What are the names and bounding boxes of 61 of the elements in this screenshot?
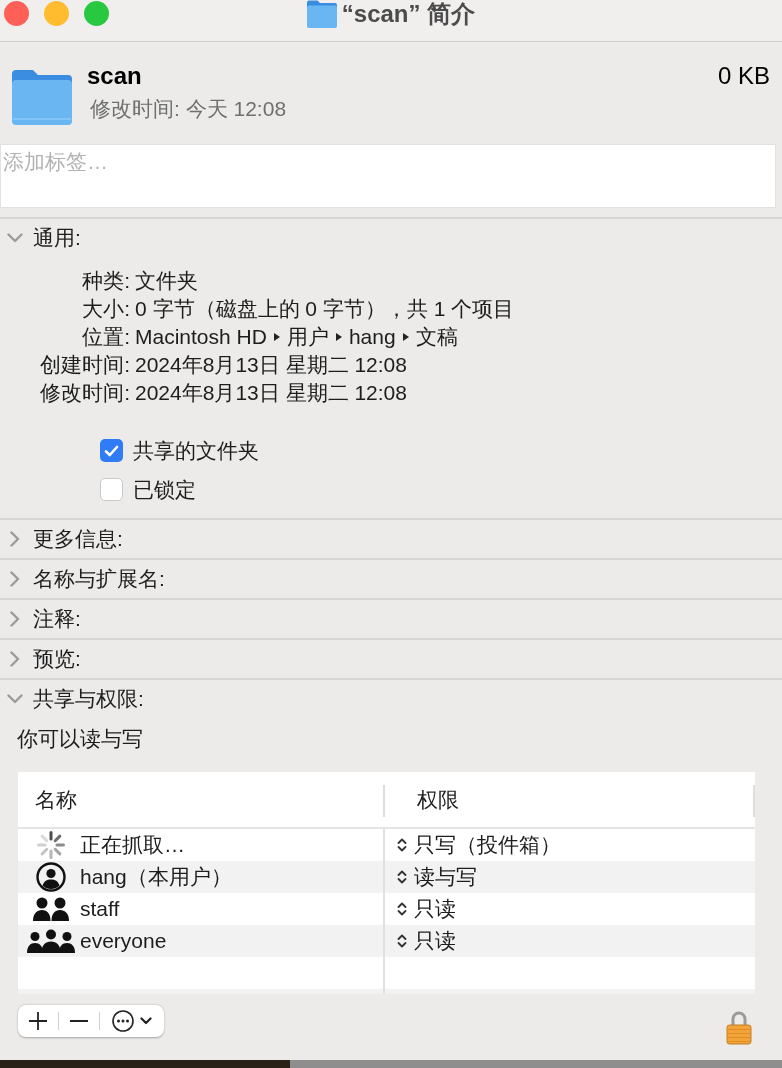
checkbox-label: 已锁定 (133, 476, 196, 503)
chevron-updown-icon (397, 869, 407, 885)
field-label: 大小: (82, 296, 130, 322)
privilege-popup[interactable]: 只读 (397, 895, 456, 923)
person-circle-icon (36, 862, 66, 892)
triangle-icon (335, 333, 342, 341)
section-toggle[interactable]: 注释: (0, 600, 85, 638)
permission-summary: 你可以读与写 (17, 727, 143, 750)
privilege-popup[interactable]: 只写（投件箱） (397, 831, 561, 859)
field-label: 位置: (82, 324, 130, 350)
path-label: 用户 (286, 324, 329, 350)
field-value: 2024年8月13日 星期二 12:08 (135, 352, 407, 378)
people-icon (33, 897, 69, 921)
user-name: hang（本用户） (80, 864, 232, 890)
checkbox[interactable] (100, 478, 123, 501)
triangle-icon (273, 333, 280, 341)
zoom-button[interactable] (84, 1, 109, 26)
user-name: staff (80, 897, 120, 921)
folder-icon (306, 0, 337, 28)
path-label: 文稿 (415, 324, 458, 350)
minimize-button[interactable] (44, 1, 69, 26)
section-toggle[interactable]: 预览: (0, 640, 85, 678)
file-name: scan (87, 61, 142, 91)
plus-icon (29, 1012, 47, 1030)
field-value: 2024年8月13日 星期二 12:08 (135, 380, 407, 406)
ellipsis-circle-icon (112, 1010, 134, 1032)
modified-date: 修改时间: 今天 12:08 (90, 96, 287, 122)
section-toggle[interactable]: 通用: (0, 219, 85, 257)
field-label: 修改时间: (40, 380, 130, 406)
window-title: “scan” 简介 (341, 0, 476, 28)
folder-icon (12, 69, 72, 125)
field-value: 0 字节（磁盘上的 0 字节），共 1 个项目 (135, 296, 515, 322)
triangle-icon (402, 333, 409, 341)
path-label: Macintosh HD (135, 325, 267, 349)
lock-icon[interactable] (726, 1009, 752, 1045)
privilege-popup[interactable]: 只读 (397, 927, 456, 955)
field-label: 种类: (82, 268, 130, 294)
user-name: 正在抓取… (80, 832, 185, 858)
tags-field[interactable]: 添加标签… (0, 144, 776, 208)
column-header[interactable]: 权限 (385, 772, 755, 827)
user-name: everyone (80, 929, 167, 953)
privilege-popup[interactable]: 读与写 (397, 863, 477, 891)
checkmark-icon (104, 444, 119, 457)
file-size: 0 KB (717, 61, 770, 91)
crowd-icon (27, 929, 75, 953)
section-toggle[interactable]: 更多信息: (0, 520, 127, 558)
checkbox-label: 共享的文件夹 (133, 437, 259, 464)
section-toggle[interactable]: 共享与权限: (0, 680, 148, 718)
section-toggle[interactable]: 名称与扩展名: (0, 560, 169, 598)
path-label: hang (348, 325, 396, 349)
close-button[interactable] (4, 1, 29, 26)
minus-icon (70, 1020, 88, 1022)
field-value: 文件夹 (135, 268, 198, 294)
column-header[interactable]: 名称 (18, 772, 385, 827)
checkbox[interactable] (100, 439, 123, 462)
chevron-down-icon (140, 1017, 152, 1025)
chevron-updown-icon (397, 933, 407, 949)
chevron-updown-icon (397, 837, 407, 853)
field-label: 创建时间: (40, 352, 130, 378)
spinner-icon (36, 830, 66, 860)
chevron-updown-icon (397, 901, 407, 917)
